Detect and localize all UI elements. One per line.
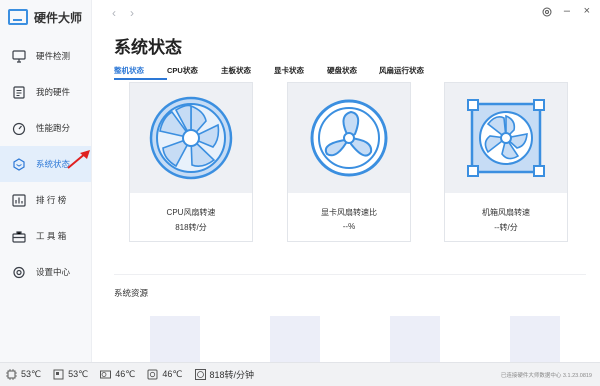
document-icon bbox=[12, 85, 26, 99]
card-image bbox=[130, 83, 252, 193]
disk-temp-stat: 46℃ bbox=[147, 369, 183, 380]
card-label: 机箱风扇转速 bbox=[482, 208, 530, 217]
cpu-temp-stat: 53℃ bbox=[6, 369, 41, 380]
cpu-temp-icon bbox=[6, 369, 17, 380]
status-tabs: 整机状态 CPU状态 主板状态 显卡状态 硬盘状态 风扇运行状态 bbox=[114, 64, 439, 84]
close-icon[interactable]: × bbox=[584, 5, 590, 17]
status-bar: 53℃ 53℃ 46℃ 46℃ 818转/分钟 已连接硬件大师数据中心 3.1.… bbox=[0, 362, 600, 386]
gpu-fan-card: 显卡风扇转速比 --% bbox=[287, 82, 411, 242]
section-divider bbox=[114, 274, 586, 275]
red-arrow-annotation bbox=[67, 150, 90, 169]
card-label: 显卡风扇转速比 bbox=[321, 208, 377, 217]
sidebar-item-label: 性能跑分 bbox=[36, 123, 71, 133]
card-value: 818转/分 bbox=[175, 223, 207, 232]
app-title: 硬件大师 bbox=[34, 10, 83, 25]
fan-speed-icon bbox=[194, 369, 206, 380]
sidebar-item-label: 我的硬件 bbox=[36, 87, 71, 97]
sidebar-item-label: 排 行 榜 bbox=[36, 195, 67, 205]
cpu-fan-icon bbox=[149, 96, 233, 180]
app-logo-icon bbox=[8, 9, 28, 25]
sidebar-item-label: 设置中心 bbox=[36, 267, 71, 277]
stat-value: 53℃ bbox=[21, 369, 42, 379]
fan-speed-stat: 818转/分钟 bbox=[194, 368, 255, 381]
motherboard-temp-icon bbox=[53, 369, 64, 380]
page-title: 系统状态 bbox=[114, 38, 182, 57]
disk-temp-icon bbox=[147, 369, 158, 380]
tab-cpu-status[interactable]: CPU状态 bbox=[167, 64, 221, 84]
tab-disk-status[interactable]: 硬盘状态 bbox=[327, 64, 379, 84]
title-bar: ‹ › – × bbox=[92, 0, 600, 28]
toolbox-icon bbox=[12, 230, 26, 243]
cpu-fan-card: CPU风扇转速 818转/分 bbox=[129, 82, 253, 242]
connection-status: 已连接硬件大师数据中心 3.1.23.0819 bbox=[500, 373, 592, 379]
sidebar-item-hardware-detect[interactable]: 硬件检测 bbox=[0, 38, 91, 74]
card-value: --转/分 bbox=[494, 223, 518, 232]
resource-chart bbox=[270, 316, 320, 362]
brand: 硬件大师 bbox=[0, 0, 91, 34]
stat-value: 46℃ bbox=[115, 369, 136, 379]
sidebar-item-benchmark[interactable]: 性能跑分 bbox=[0, 110, 91, 146]
resource-chart bbox=[510, 316, 560, 362]
ranking-icon bbox=[12, 193, 26, 207]
sidebar-item-my-hardware[interactable]: 我的硬件 bbox=[0, 74, 91, 110]
tab-fan-status[interactable]: 风扇运行状态 bbox=[379, 64, 439, 84]
settings-gear-icon[interactable] bbox=[542, 7, 552, 20]
tab-gpu-status[interactable]: 显卡状态 bbox=[274, 64, 327, 84]
sidebar-item-toolbox[interactable]: 工 具 箱 bbox=[0, 218, 91, 254]
resource-chart bbox=[390, 316, 440, 362]
sidebar-item-ranking[interactable]: 排 行 榜 bbox=[0, 182, 91, 218]
tab-motherboard-status[interactable]: 主板状态 bbox=[221, 64, 274, 84]
card-image bbox=[288, 83, 410, 193]
card-label: CPU风扇转速 bbox=[166, 208, 216, 217]
gpu-fan-icon bbox=[310, 99, 388, 177]
gpu-temp-stat: 46℃ bbox=[100, 369, 135, 380]
sidebar-item-label: 系统状态 bbox=[36, 159, 71, 169]
resources-title: 系统资源 bbox=[114, 288, 149, 298]
gear-icon bbox=[12, 266, 26, 279]
sidebar: 硬件大师 硬件检测 我的硬件 性能跑分 系统状态 排 行 榜 工 具 箱 设置中… bbox=[0, 0, 92, 362]
sidebar-item-label: 硬件检测 bbox=[36, 51, 71, 61]
case-fan-card: 机箱风扇转速 --转/分 bbox=[444, 82, 568, 242]
stat-value: 818转/分钟 bbox=[209, 370, 255, 380]
minimize-icon[interactable]: – bbox=[564, 5, 570, 17]
tab-overall-status[interactable]: 整机状态 bbox=[114, 64, 167, 84]
sidebar-item-label: 工 具 箱 bbox=[36, 231, 67, 241]
resource-chart bbox=[150, 316, 200, 362]
monitor-icon bbox=[12, 49, 26, 63]
back-arrow-icon[interactable]: ‹ bbox=[112, 6, 116, 20]
hexagon-status-icon bbox=[12, 157, 26, 171]
stat-value: 46℃ bbox=[162, 369, 183, 379]
gpu-temp-icon bbox=[100, 370, 112, 379]
stat-value: 53℃ bbox=[68, 369, 89, 379]
card-value: --% bbox=[342, 222, 356, 231]
case-fan-icon bbox=[467, 99, 545, 177]
forward-arrow-icon[interactable]: › bbox=[130, 6, 134, 20]
card-image bbox=[445, 83, 567, 193]
speedometer-icon bbox=[12, 122, 26, 135]
sidebar-item-settings[interactable]: 设置中心 bbox=[0, 254, 91, 290]
motherboard-temp-stat: 53℃ bbox=[53, 369, 88, 380]
